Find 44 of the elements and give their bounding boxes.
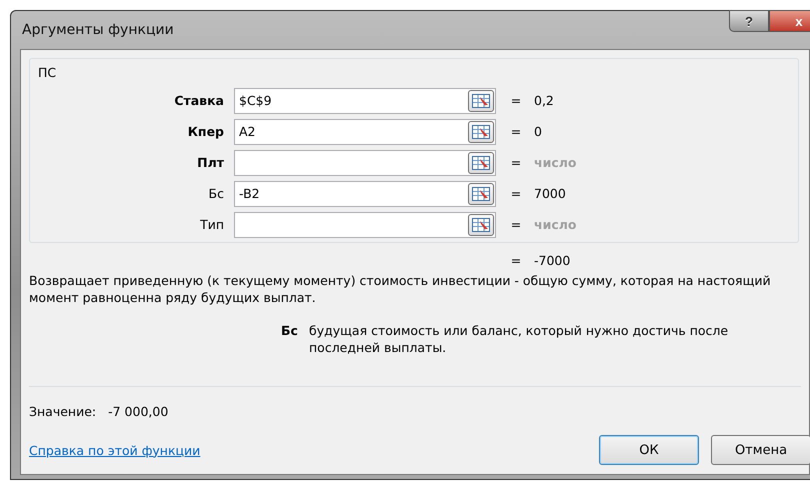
equals-sign: = <box>510 124 522 139</box>
argument-result: число <box>534 217 576 232</box>
argument-result: 7000 <box>534 186 566 201</box>
range-select-button[interactable] <box>468 120 494 142</box>
function-name: ПС <box>36 65 58 80</box>
equals-sign: = <box>510 253 522 268</box>
range-select-button[interactable] <box>468 90 494 112</box>
window-title: Аргументы функции <box>21 22 174 38</box>
close-button[interactable]: x <box>769 10 810 32</box>
value-text: -7 000,00 <box>108 404 168 419</box>
argument-field[interactable] <box>234 150 496 176</box>
argument-label: Плт <box>196 155 225 170</box>
dialog-button[interactable]: Отмена <box>711 435 810 465</box>
formula-result: -7000 <box>534 253 570 268</box>
range-select-icon <box>472 124 490 138</box>
argument-help-text: будущая стоимость или баланс, который нужно достичь после последней выплаты. <box>309 322 730 356</box>
argument-result: 0,2 <box>534 93 554 108</box>
argument-field[interactable]: A2 <box>234 118 496 144</box>
range-select-icon <box>472 156 490 170</box>
help-button[interactable]: ? <box>729 10 769 32</box>
argument-field[interactable]: $C$9 <box>234 88 496 114</box>
argument-label: Кпер <box>186 124 225 139</box>
range-select-icon <box>472 186 490 200</box>
range-select-button[interactable] <box>468 152 494 174</box>
function-description: Возвращает приведенную (к текущему моменту) стоимость инвестиции - общую сумму, которая на настоящий момент равноценна ряду будущих выплат. <box>29 272 772 306</box>
dialog-button[interactable]: ОК <box>599 435 699 465</box>
range-select-icon <box>472 94 490 108</box>
argument-label: Бс <box>208 186 225 201</box>
argument-result: число <box>534 155 576 170</box>
range-select-button[interactable] <box>468 214 494 236</box>
argument-label: Тип <box>199 217 225 232</box>
argument-result: 0 <box>534 124 542 139</box>
value-label: Значение: <box>29 404 96 419</box>
argument-help-name: Бс <box>281 322 299 340</box>
argument-field[interactable]: -B2 <box>234 180 496 206</box>
equals-sign: = <box>510 217 522 232</box>
range-select-icon <box>472 218 490 232</box>
equals-sign: = <box>510 186 522 201</box>
range-select-button[interactable] <box>468 182 494 204</box>
equals-sign: = <box>510 93 522 108</box>
equals-sign: = <box>510 155 522 170</box>
argument-field[interactable] <box>234 212 496 238</box>
argument-label: Ставка <box>173 93 225 108</box>
help-link[interactable]: Справка по этой функции <box>29 442 200 458</box>
